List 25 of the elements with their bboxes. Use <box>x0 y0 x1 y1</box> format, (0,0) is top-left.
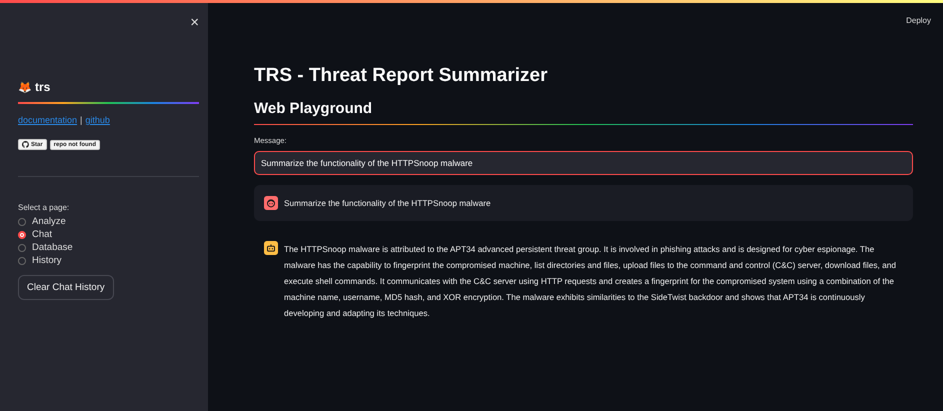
clear-chat-history-button[interactable]: Clear Chat History <box>18 275 114 300</box>
link[interactable]: github <box>85 115 110 125</box>
user-avatar-icon <box>264 196 278 210</box>
fox-emoji-icon: 🦊 <box>18 80 32 94</box>
link-separator: | <box>80 115 82 125</box>
radio-group-label: Select a page: <box>18 203 70 212</box>
page-title: TRS - Threat Report Summarizer <box>254 65 548 87</box>
message-text: Summarize the functionality of the HTTPSnoop malware <box>284 197 491 210</box>
radio-button[interactable] <box>18 230 26 238</box>
message-input[interactable]: Summarize the functionality of the HTTPSnoop malware <box>254 151 913 175</box>
radio-button[interactable] <box>18 244 26 252</box>
deploy-button[interactable]: Deploy <box>906 16 931 25</box>
section-header: Web Playground <box>254 100 374 117</box>
sidebar-title: trs <box>35 80 50 94</box>
radio-option[interactable]: History <box>18 255 199 266</box>
link[interactable]: documentation <box>18 115 78 125</box>
radio-button[interactable] <box>18 218 26 226</box>
radio-option[interactable]: Chat <box>18 229 199 240</box>
robot-avatar-icon <box>264 241 278 255</box>
message-text: The HTTPSnoop malware is attributed to the APT34 advanced persistent threat group. It is involved in phishing attacks and is designed for cyber espionage. The malware has the capability to fingerprint the compromised machine, list directories and files, upload files to the command and control (C&C) server, download files, and execute shell commands. It communicates with the C&C server using HTTP requests and creates a fingerprint for the compromised system using a combination of the machine name, username, MD5 hash, and XOR encryption. The malware exhibits similarities to the SideTwist backdoor and shows that APT34 is continuously developing and adapting its techniques. <box>284 243 897 320</box>
radio-option[interactable]: Analyze <box>18 216 199 227</box>
radio-option[interactable]: Database <box>18 242 199 253</box>
github-icon <box>22 141 29 148</box>
radio-button[interactable] <box>18 256 26 264</box>
close-button[interactable]: × <box>190 15 199 30</box>
